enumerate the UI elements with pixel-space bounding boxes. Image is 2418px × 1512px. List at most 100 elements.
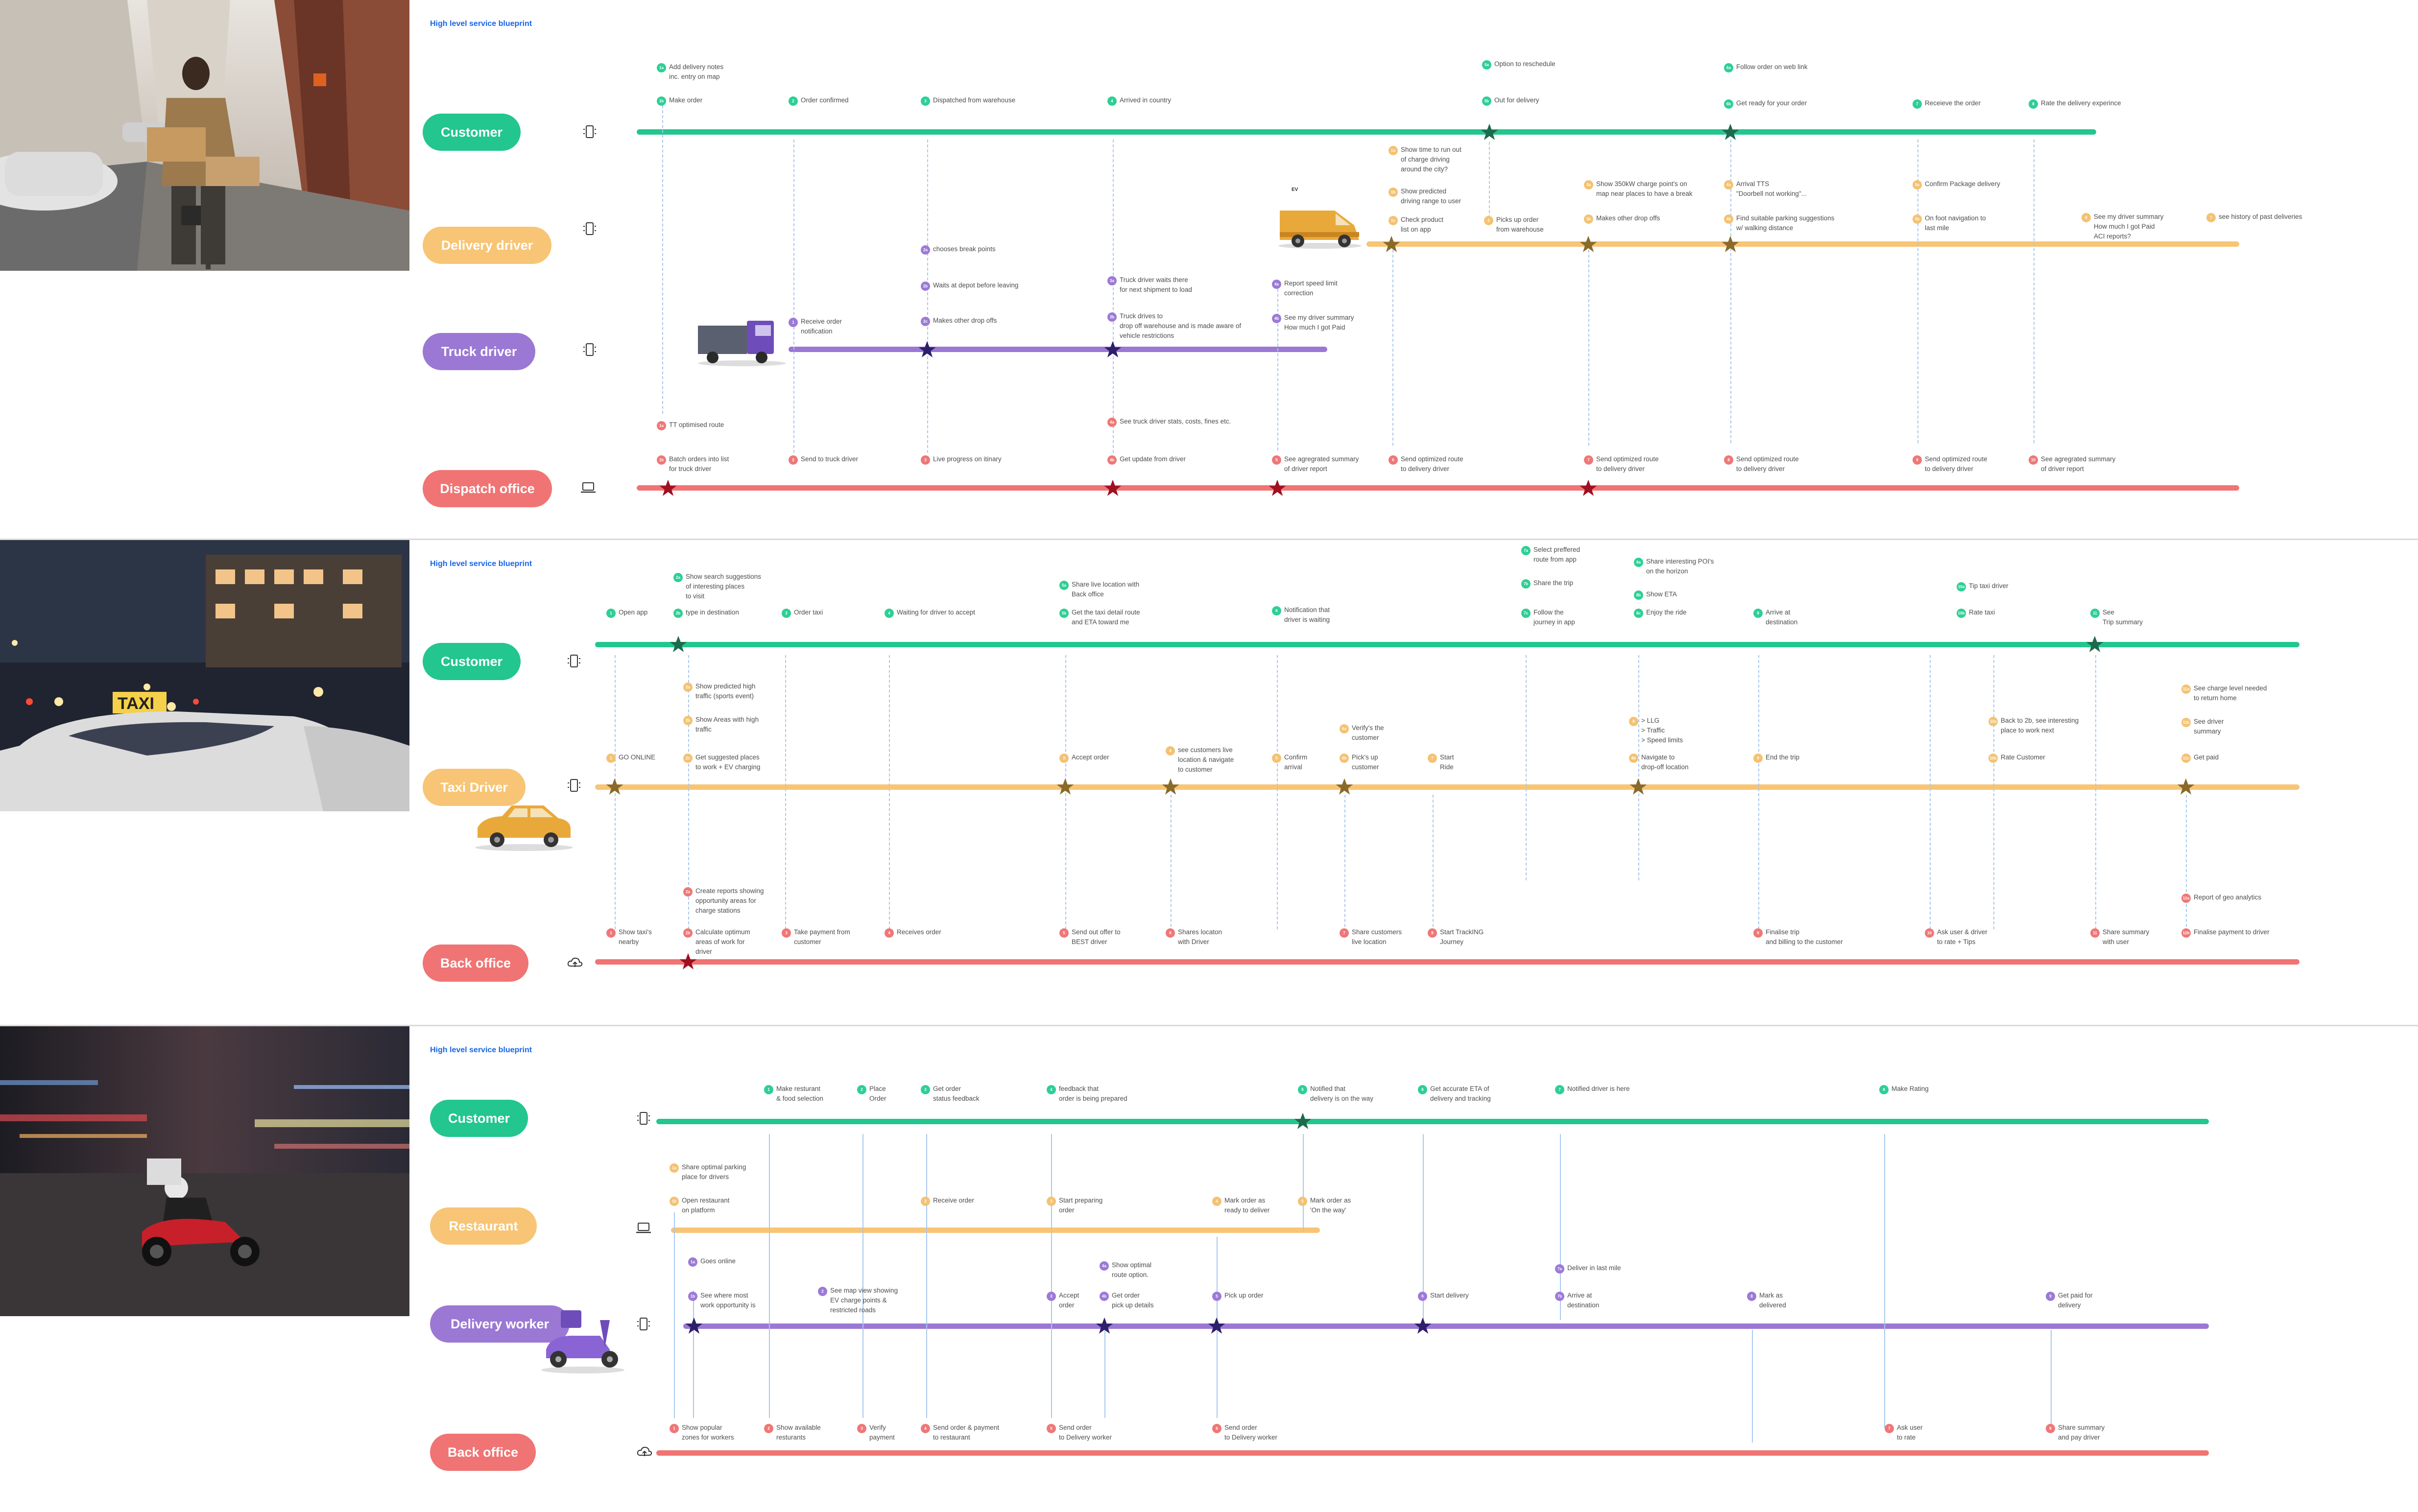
touchpoint-star [1104,479,1122,496]
step-customer: 6 Get accurate ETA of delivery and tracki… [1418,1084,1491,1104]
lane-line-delivery-worker [683,1323,2209,1329]
step-number-badge: 10 [2029,455,2038,465]
flow-connector [1051,1134,1052,1418]
step-number-badge: 4b [1100,1292,1109,1301]
step-taxi-driver: 11c Get paid [2181,753,2219,763]
touchpoint-star [1162,778,1179,795]
step-number-badge: 2c [683,754,693,763]
step-back-office: 8 Share summary and pay driver [2046,1423,2105,1442]
step-truck-driver: 2a chooses break points [921,244,996,255]
step-text: Send order & payment to restaurant [933,1424,1000,1441]
step-back-office: 5 Send order to Delivery worker [1047,1423,1112,1442]
taxi-sign-text: TAXI [118,694,154,713]
step-text: Get paid for delivery [2058,1292,2093,1309]
step-number-badge: 1 [670,1424,679,1433]
step-customer: 6a Follow order on web link [1724,62,1808,72]
ev-tag: EV [1292,187,1298,192]
step-number-badge: 8 [2046,1424,2055,1433]
lane-line-back-office [595,959,2299,965]
step-number-badge: 3 [1059,754,1069,763]
step-text: Get order status feedback [933,1085,980,1102]
step-restaurant: 5 Mark order as 'On the way' [1298,1196,1351,1215]
step-dispatch-office: 10 See agregrated summary of driver repor… [2029,454,2115,474]
step-text: Show available resturants [776,1424,821,1441]
step-number-badge: 3 [857,1424,866,1433]
flow-connector [1104,1330,1105,1418]
step-back-office: 4 Receives order [885,927,941,938]
step-number-badge: 3a [1107,276,1117,285]
step-number-badge: 11 [2090,609,2100,618]
step-delivery-driver: 1a Show time to run out of charge driving… [1389,145,1461,174]
touchpoint-star [1104,341,1122,357]
step-number-badge: 5 [1059,928,1069,938]
step-text: End the trip [1766,754,1800,761]
step-number-badge: 2 [857,1085,866,1094]
step-customer: 4 Waiting for driver to accept [885,608,975,618]
step-text: Select preffered route from app [1533,546,1580,563]
step-text: Follow order on web link [1736,63,1808,71]
step-customer: 1 Open app [606,608,647,618]
step-number-badge: 2a [683,887,693,897]
step-number-badge: 1b [657,96,666,106]
step-number-badge: 7 [1428,754,1437,763]
step-number-badge: 2b [673,609,683,618]
step-text: Truck drives to drop off warehouse and i… [1120,312,1242,339]
step-text: GO ONLINE [619,754,656,761]
step-text: Get accurate ETA of delivery and trackin… [1430,1085,1491,1102]
step-text: Finalise payment to driver [2194,928,2270,936]
step-number-badge: 1b [688,1292,697,1301]
flow-connector [926,1134,927,1418]
step-dispatch-office: 1b Batch orders into list for truck drive… [657,454,729,474]
step-text: Create reports showing opportunity areas… [695,887,764,914]
step-truck-driver: 4b See my driver summary How much I got P… [1272,313,1354,332]
step-number-badge: 7 [1885,1424,1894,1433]
step-text: Option to reschedule [1494,60,1556,68]
step-text: Place Order [869,1085,886,1102]
flow-connector [1171,795,1172,927]
flow-connector [1930,655,1931,929]
step-text: See agregrated summary of driver report [1284,455,1359,472]
step-number-badge: 4 [1107,96,1117,106]
step-number-badge: 6 [1272,606,1281,615]
step-number-badge: 4 [1047,1085,1056,1094]
step-delivery-driver: 6 See my driver summary How much I got Pa… [2082,212,2164,241]
step-number-badge: 9 [2046,1292,2055,1301]
step-delivery-driver: 1c Check product list on app [1389,215,1443,235]
step-number-badge: 4 [885,609,894,618]
step-customer: 3 Dispatched from warehouse [921,95,1015,106]
step-delivery-driver: 4b Find suitable parking suggestions w/ w… [1724,213,1834,233]
blueprint-panel-food-delivery: High level service blueprint Customer Re… [0,1026,2418,1512]
step-text: Start delivery [1430,1292,1469,1299]
touchpoint-star [1383,236,1400,252]
step-text: Get suggested places to work + EV chargi… [695,754,761,771]
step-taxi-driver: 10b Rate Customer [1988,753,2045,763]
step-delivery-worker: 4b Get order pick up details [1100,1291,1154,1310]
step-delivery-worker: 1b See where most work opportunity is [688,1291,756,1310]
lane-label-restaurant: Restaurant [430,1207,537,1245]
flow-connector [662,100,663,414]
step-text: Share interesting POI's on the horizon [1646,558,1714,575]
step-back-office: 4 Send order & payment to restaurant [921,1423,999,1442]
step-customer: 7a Select preffered route from app [1521,545,1580,565]
flow-connector [2051,1330,2052,1428]
step-number-badge: 1a [688,1257,697,1267]
step-back-office: 2b Calculate optimum areas of work for dr… [683,927,750,957]
step-taxi-driver: 2a Show predicted high traffic (sports ev… [683,682,755,701]
step-dispatch-office: 6 Send optimized route to delivery driver [1389,454,1463,474]
step-taxi-driver: 5 Confirm arrival [1272,753,1307,772]
step-number-badge: 4b [1107,455,1117,465]
step-number-badge: 4 [1166,746,1175,756]
step-text: Waits at depot before leaving [933,282,1019,289]
step-number-badge: 1 [606,609,616,618]
step-delivery-driver: 2 Picks up order from warehouse [1484,215,1544,235]
step-text: On foot navigation to last mile [1925,214,1986,232]
step-restaurant: 1a Share optimal parking place for driver… [670,1162,746,1182]
step-text: See my driver summary How much I got Pai… [1284,314,1354,331]
step-truck-driver: 3a Truck driver waits there for next ship… [1107,275,1192,295]
step-text: chooses break points [933,245,996,253]
step-customer: 2b type in destination [673,608,739,618]
step-delivery-worker: 4a Show optimal route option. [1100,1260,1151,1280]
step-number-badge: 8 [1428,928,1437,938]
step-number-badge: 3b [1584,214,1593,224]
step-customer: 2 Order confirmed [789,95,849,106]
